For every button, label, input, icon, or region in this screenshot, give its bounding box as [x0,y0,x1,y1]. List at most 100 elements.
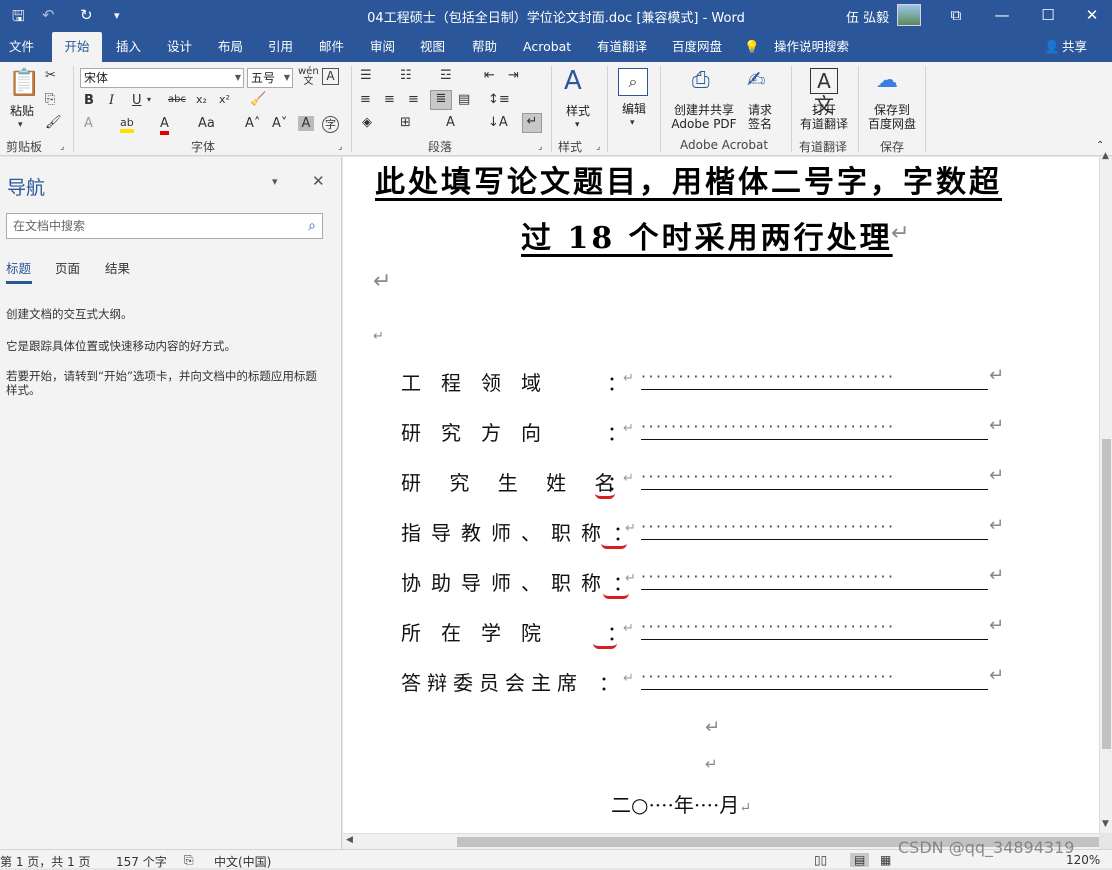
field-fill-dots[interactable]: ·································· [641,517,988,536]
font-color-icon[interactable]: A [160,116,169,135]
field-fill-dots[interactable]: ·································· [641,467,988,486]
scroll-up-icon[interactable]: ▲ [1102,151,1109,161]
tab-mailings[interactable]: 邮件 [313,32,350,62]
font-launcher-icon[interactable]: ⌟ [338,142,342,152]
align-center-icon[interactable]: ≡ [384,92,395,107]
tab-home[interactable]: 开始 [52,32,102,62]
justify-icon[interactable]: ≣ [430,90,452,110]
font-name-box[interactable]: 宋体 ▼ [80,68,244,88]
tab-help[interactable]: 帮助 [466,32,503,62]
document-area[interactable]: 此处填写论文题目，用楷体二号字，字数超 过 18 个时采用两行处理 ↵ ↵ ↵ … [343,157,1099,833]
paste-dropdown-icon[interactable]: ▾ [18,120,23,130]
bullets-icon[interactable]: ☰ [360,68,372,83]
tab-insert[interactable]: 插入 [110,32,147,62]
read-mode-icon[interactable]: ▯▯ [814,853,827,867]
thesis-title-line-2[interactable]: 过 18 个时采用两行处理 [521,213,893,257]
paragraph-launcher-icon[interactable]: ⌟ [538,142,542,152]
close-icon[interactable]: ✕ [1072,4,1112,26]
bold-icon[interactable]: B [84,93,94,108]
collapse-ribbon-icon[interactable]: ⌃ [1096,140,1104,151]
ribbon-display-options-icon[interactable]: ⧉ [936,4,976,26]
increase-indent-icon[interactable]: ⇥ [508,68,519,83]
paste-icon[interactable]: 📋 [8,68,40,98]
nav-search-input[interactable]: 在文档中搜索 ⌕ [6,213,323,239]
minimize-icon[interactable]: — [982,4,1022,26]
nav-tab-headings[interactable]: 标题 [6,258,31,277]
page-count[interactable]: 第 1 页，共 1 页 [0,853,91,870]
create-pdf-icon[interactable]: ⎙ [692,68,710,93]
asian-layout-icon[interactable]: A [446,115,455,130]
close-icon[interactable]: ✕ [312,172,325,190]
character-border-icon[interactable]: A [322,68,339,85]
strikethrough-icon[interactable]: abc [168,94,186,105]
subscript-icon[interactable]: x₂ [196,93,207,106]
styles-button[interactable]: 样式 [560,104,596,118]
scroll-left-icon[interactable]: ◀ [346,835,353,845]
change-case-icon[interactable]: Aa [198,116,215,131]
proofing-icon[interactable]: ⎘ [184,853,194,868]
edit-button[interactable]: 编辑 [616,102,652,116]
thesis-title-line-1[interactable]: 此处填写论文题目，用楷体二号字，字数超 [375,157,1002,201]
document-page[interactable]: 此处填写论文题目，用楷体二号字，字数超 过 18 个时采用两行处理 ↵ ↵ ↵ … [343,157,1099,833]
shrink-font-icon[interactable]: A˅ [272,116,287,131]
youdao-translate-icon[interactable]: A文 [810,68,838,117]
grow-font-icon[interactable]: A˄ [245,116,260,131]
line-spacing-icon[interactable]: ↕≡ [488,92,510,107]
copy-icon[interactable]: ⎘ [45,92,55,107]
decrease-indent-icon[interactable]: ⇤ [484,68,495,83]
nav-options-icon[interactable]: ▾ [272,175,278,188]
open-youdao-button[interactable]: 打开 有道翻译 [796,103,852,131]
edit-dropdown-icon[interactable]: ▾ [630,118,635,128]
styles-launcher-icon[interactable]: ⌟ [596,142,600,152]
web-layout-icon[interactable]: ▦ [880,853,891,867]
align-right-icon[interactable]: ≡ [408,92,419,107]
language-status[interactable]: 中文(中国) [214,853,271,870]
tab-acrobat[interactable]: Acrobat [517,32,577,62]
align-left-icon[interactable]: ≡ [360,92,371,107]
multilevel-list-icon[interactable]: ☲ [440,68,452,83]
field-fill-dots[interactable]: ·································· [641,667,988,686]
create-pdf-button[interactable]: 创建并共享 Adobe PDF [668,103,740,131]
tab-baidu[interactable]: 百度网盘 [666,32,728,62]
paste-button[interactable]: 粘贴 [8,104,36,118]
clear-formatting-icon[interactable]: 🧹 [250,92,266,107]
borders-icon[interactable]: ⊞ [400,115,411,130]
nav-tab-pages[interactable]: 页面 [55,258,80,277]
tab-review[interactable]: 审阅 [364,32,401,62]
clipboard-launcher-icon[interactable]: ⌟ [60,142,64,152]
field-fill-dots[interactable]: ·································· [641,567,988,586]
font-size-box[interactable]: 五号 ▼ [247,68,293,88]
shading-icon[interactable]: ◈ [362,115,372,130]
nav-tab-results[interactable]: 结果 [105,258,130,277]
distributed-icon[interactable]: ▤ [458,92,470,107]
tab-layout[interactable]: 布局 [212,32,249,62]
field-fill-dots[interactable]: ·································· [641,367,988,386]
maximize-icon[interactable]: ☐ [1028,4,1068,26]
save-to-baidu-button[interactable]: 保存到 百度网盘 [864,103,920,131]
request-signature-button[interactable]: 请求 签名 [742,103,778,131]
tab-file[interactable]: 文件 [3,32,40,62]
styles-dropdown-icon[interactable]: ▾ [575,120,580,130]
numbering-icon[interactable]: ☷ [400,68,412,83]
show-formatting-marks-icon[interactable]: ↵ [522,113,542,133]
scroll-down-icon[interactable]: ▼ [1102,819,1109,829]
enclose-characters-icon[interactable]: 字 [322,116,339,133]
cut-icon[interactable]: ✂ [45,68,56,83]
field-fill-dots[interactable]: ·································· [641,417,988,436]
request-signature-icon[interactable]: ✍ [747,68,765,93]
styles-icon[interactable]: A [564,66,582,96]
vertical-scrollbar[interactable]: ▲ ▼ [1099,151,1112,833]
underline-dropdown-icon[interactable]: ▾ [147,95,151,104]
tell-me-search[interactable]: 操作说明搜索 [768,32,855,62]
tab-youdao[interactable]: 有道翻译 [591,32,653,62]
share-button[interactable]: 共享 [1062,32,1087,62]
field-fill-dots[interactable]: ·································· [641,617,988,636]
search-icon[interactable]: ⌕ [618,68,648,96]
highlight-icon[interactable]: ab [120,116,134,133]
word-count[interactable]: 157 个字 [116,853,167,870]
avatar[interactable] [897,4,921,26]
user-name[interactable]: 伍 弘毅 [846,7,889,26]
baidu-cloud-icon[interactable]: ☁ [876,68,898,93]
format-painter-icon[interactable]: 🖌 [45,115,62,130]
vertical-scroll-thumb[interactable] [1102,439,1111,749]
